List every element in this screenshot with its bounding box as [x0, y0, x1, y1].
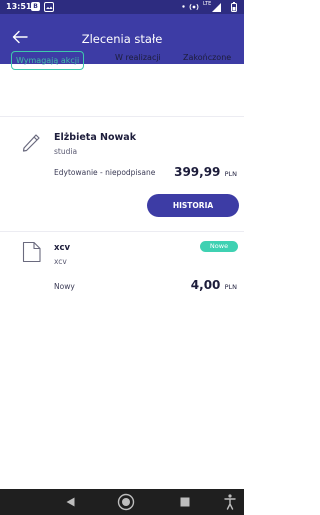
accessibility-icon[interactable]: [224, 494, 236, 510]
order-name: xcv: [54, 243, 71, 253]
status-bar: 13:51 B LTE: [0, 0, 244, 14]
status-time: 13:51: [6, 2, 32, 11]
status-badge: Nowe: [200, 241, 238, 252]
historia-button[interactable]: HISTORIA: [147, 194, 239, 217]
lte-label: LTE: [203, 1, 212, 7]
page-title: Zlecenia stałe: [81, 32, 163, 46]
order-status: Nowy: [54, 282, 75, 291]
amount-value: 4,00: [190, 278, 221, 292]
tab-zakonczone[interactable]: Zakończone: [183, 53, 231, 62]
image-icon: [44, 2, 54, 12]
pencil-icon: [22, 134, 40, 152]
tabs-divider: [0, 116, 244, 117]
document-icon: [22, 241, 41, 263]
order-amount: 4,00 PLN: [191, 278, 237, 292]
amount-currency: PLN: [224, 283, 237, 291]
tab-wymagaja-akcji[interactable]: Wymagają akcji: [11, 51, 85, 70]
amount-value: 399,99: [174, 165, 221, 179]
order-description: xcv: [54, 257, 67, 266]
battery-icon: [231, 2, 237, 12]
b-icon: B: [31, 2, 40, 11]
system-nav-bar: [0, 489, 244, 515]
order-status: Edytowanie - niepodpisane: [54, 168, 156, 177]
back-triangle-icon[interactable]: [66, 497, 75, 507]
amount-currency: PLN: [224, 170, 237, 178]
item-divider: [0, 231, 244, 232]
tab-w-realizacji[interactable]: W realizacji: [115, 53, 161, 62]
order-description: studia: [54, 147, 78, 156]
hotspot-icon: [189, 3, 199, 11]
dot-icon: [182, 5, 185, 8]
lte-signal-icon: [212, 3, 221, 12]
home-circle-icon[interactable]: [117, 493, 135, 511]
order-amount: 399,99 PLN: [174, 165, 237, 179]
recents-square-icon[interactable]: [180, 497, 190, 507]
order-name: Elżbieta Nowak: [54, 132, 137, 143]
